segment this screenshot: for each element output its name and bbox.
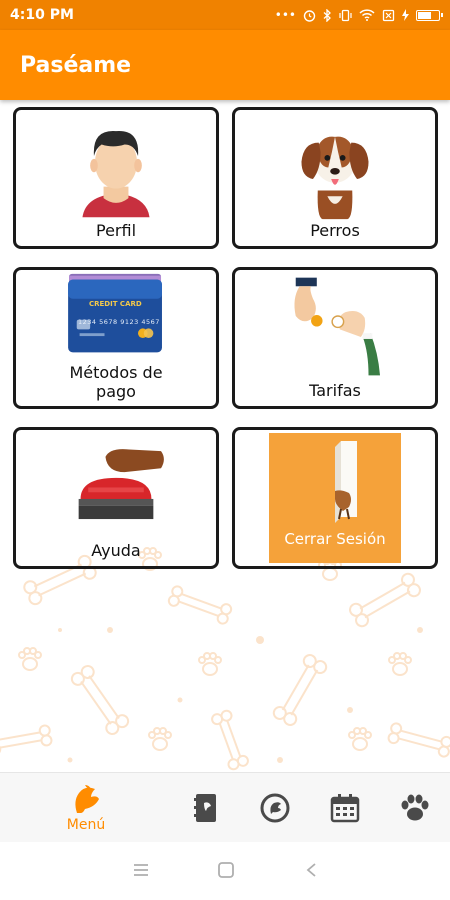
- status-icons: •••: [274, 8, 443, 22]
- calendar-icon: [330, 794, 360, 823]
- nav-menu[interactable]: Menú: [56, 773, 116, 843]
- notebook-icon: [194, 794, 216, 822]
- app-bar: Paséame: [0, 30, 450, 100]
- tile-label: Métodos de pago: [69, 363, 163, 401]
- menu-content: Perfil Perros CREDIT CARD 1234 5678 9123…: [0, 100, 450, 772]
- card-number-text: 1234 5678 9123 4567: [78, 318, 160, 326]
- tile-label: Cerrar Sesión: [284, 530, 386, 548]
- menu-grid: Perfil Perros CREDIT CARD 1234 5678 9123…: [13, 107, 438, 569]
- logout-tile[interactable]: Cerrar Sesión: [232, 427, 438, 569]
- nav-paw[interactable]: [395, 773, 435, 843]
- nav-calendar[interactable]: [325, 773, 365, 843]
- alarm-icon: [303, 9, 316, 22]
- system-navigation-bar: [0, 842, 450, 900]
- more-icon: •••: [274, 8, 296, 22]
- profile-tile[interactable]: Perfil: [13, 107, 219, 249]
- charging-icon: [402, 9, 409, 21]
- bottom-navigation: Menú: [0, 772, 450, 842]
- menu-dog-icon: [75, 785, 99, 813]
- recent-apps-icon[interactable]: [132, 862, 150, 878]
- status-bar: 4:10 PM •••: [0, 0, 450, 30]
- wifi-icon: [359, 9, 375, 21]
- tile-label: Perros: [310, 221, 360, 240]
- home-icon[interactable]: [217, 862, 235, 878]
- rates-tile[interactable]: Tarifas: [232, 267, 438, 409]
- dogs-tile[interactable]: Perros: [232, 107, 438, 249]
- tile-label: Perfil: [95, 221, 137, 240]
- nav-money[interactable]: [255, 773, 295, 843]
- card-brand-text: CREDIT CARD: [89, 300, 142, 308]
- battery-icon: [416, 9, 443, 21]
- bluetooth-icon: [323, 8, 331, 22]
- help-tile[interactable]: Ayuda: [13, 427, 219, 569]
- money-icon: [260, 793, 290, 823]
- sim-icon: [382, 9, 395, 21]
- status-time: 4:10 PM: [10, 7, 74, 23]
- nav-notebook[interactable]: [186, 773, 226, 843]
- paw-icon: [401, 794, 429, 821]
- nav-menu-label: Menú: [66, 817, 106, 833]
- tile-label: Tarifas: [309, 381, 361, 400]
- back-icon[interactable]: [305, 862, 319, 878]
- payment-methods-tile[interactable]: CREDIT CARD 1234 5678 9123 4567 Métodos …: [13, 267, 219, 409]
- page-title: Paséame: [20, 52, 132, 78]
- tile-label: Ayuda: [91, 541, 141, 560]
- vibrate-icon: [339, 9, 352, 21]
- logout-panel: Cerrar Sesión: [269, 433, 401, 563]
